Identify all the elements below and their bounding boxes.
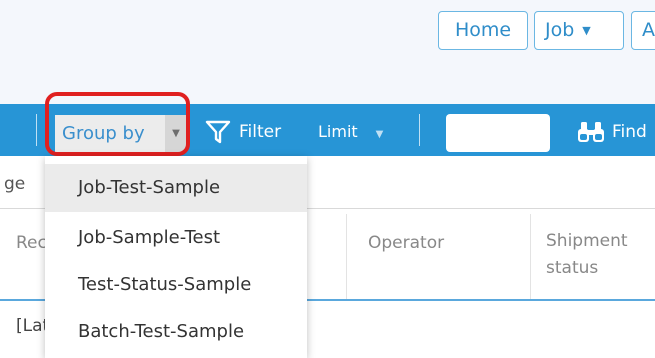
menu-item-batch-test-sample[interactable]: Batch-Test-Sample <box>45 308 307 356</box>
menu-item-job-sample-test[interactable]: Job-Sample-Test <box>45 214 307 262</box>
search-input[interactable] <box>446 114 550 152</box>
group-by-label: Group by <box>62 123 145 144</box>
column-header-shipment-status[interactable]: Shipment status <box>546 228 646 282</box>
top-navigation-area: Home Job ▼ A <box>0 0 655 104</box>
group-by-dropdown[interactable]: Group by ▼ <box>55 115 187 152</box>
grid-toolbar: Group by ▼ Filter Limit ▼ Find <box>0 104 655 156</box>
chevron-down-icon: ▼ <box>582 24 591 37</box>
find-label: Find <box>612 122 647 142</box>
filter-icon <box>205 120 231 144</box>
partial-group-label: ge <box>4 174 26 194</box>
job-label: Job <box>545 19 575 41</box>
binoculars-icon <box>578 122 604 142</box>
home-button[interactable]: Home <box>438 11 528 50</box>
column-header-operator[interactable]: Operator <box>368 230 444 257</box>
filter-label: Filter <box>239 122 282 142</box>
column-header-rec[interactable]: Rec <box>16 230 47 257</box>
toolbar-divider <box>419 114 420 146</box>
filter-button[interactable]: Filter <box>205 116 281 148</box>
partial-nav-button[interactable]: A <box>631 11 655 50</box>
menu-item-job-test-sample[interactable]: Job-Test-Sample <box>45 164 307 212</box>
column-divider <box>530 214 531 300</box>
chevron-down-icon[interactable]: ▼ <box>165 115 187 152</box>
chevron-down-icon: ▼ <box>375 129 384 140</box>
find-button[interactable]: Find <box>576 116 647 148</box>
group-by-menu: Job-Test-Sample Job-Sample-Test Test-Sta… <box>45 156 307 358</box>
limit-dropdown[interactable]: Limit ▼ <box>318 116 383 148</box>
toolbar-divider <box>36 114 37 146</box>
limit-label: Limit <box>318 122 358 141</box>
menu-item-test-status-sample[interactable]: Test-Status-Sample <box>45 261 307 309</box>
column-divider <box>346 214 347 300</box>
job-menu-button[interactable]: Job ▼ <box>534 11 624 50</box>
